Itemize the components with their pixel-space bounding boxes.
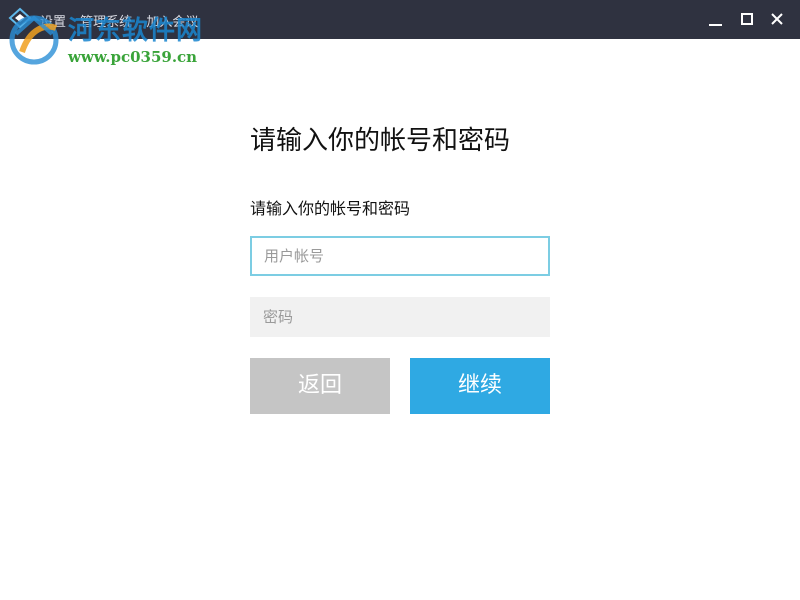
title-bar[interactable]: 设置 管理系统 加入会议 [0, 0, 800, 39]
back-button[interactable]: 返回 [250, 358, 390, 414]
continue-button[interactable]: 继续 [410, 358, 550, 414]
title-part-join-meeting: 加入会议 [146, 15, 199, 30]
minimize-button[interactable] [704, 7, 728, 31]
app-window: 设置 管理系统 加入会议 河东软件网 www.pc0359.cn 请输入你的帐号… [0, 0, 800, 600]
maximize-icon [741, 13, 753, 25]
watermark-url: www.pc0359.cn [68, 48, 198, 66]
title-part-settings: 设置 [40, 15, 67, 30]
app-logo-icon [8, 7, 32, 29]
window-title: 设置 管理系统 加入会议 [40, 11, 208, 30]
password-input[interactable] [250, 297, 550, 337]
form-instruction: 请输入你的帐号和密码 [250, 199, 411, 218]
maximize-button[interactable] [735, 7, 759, 31]
title-part-system: 管理系统 [80, 15, 133, 30]
account-input[interactable] [250, 236, 550, 276]
page-title: 请输入你的帐号和密码 [250, 126, 511, 156]
minimize-icon [709, 24, 722, 26]
close-button[interactable] [765, 7, 789, 31]
close-icon [771, 13, 783, 25]
